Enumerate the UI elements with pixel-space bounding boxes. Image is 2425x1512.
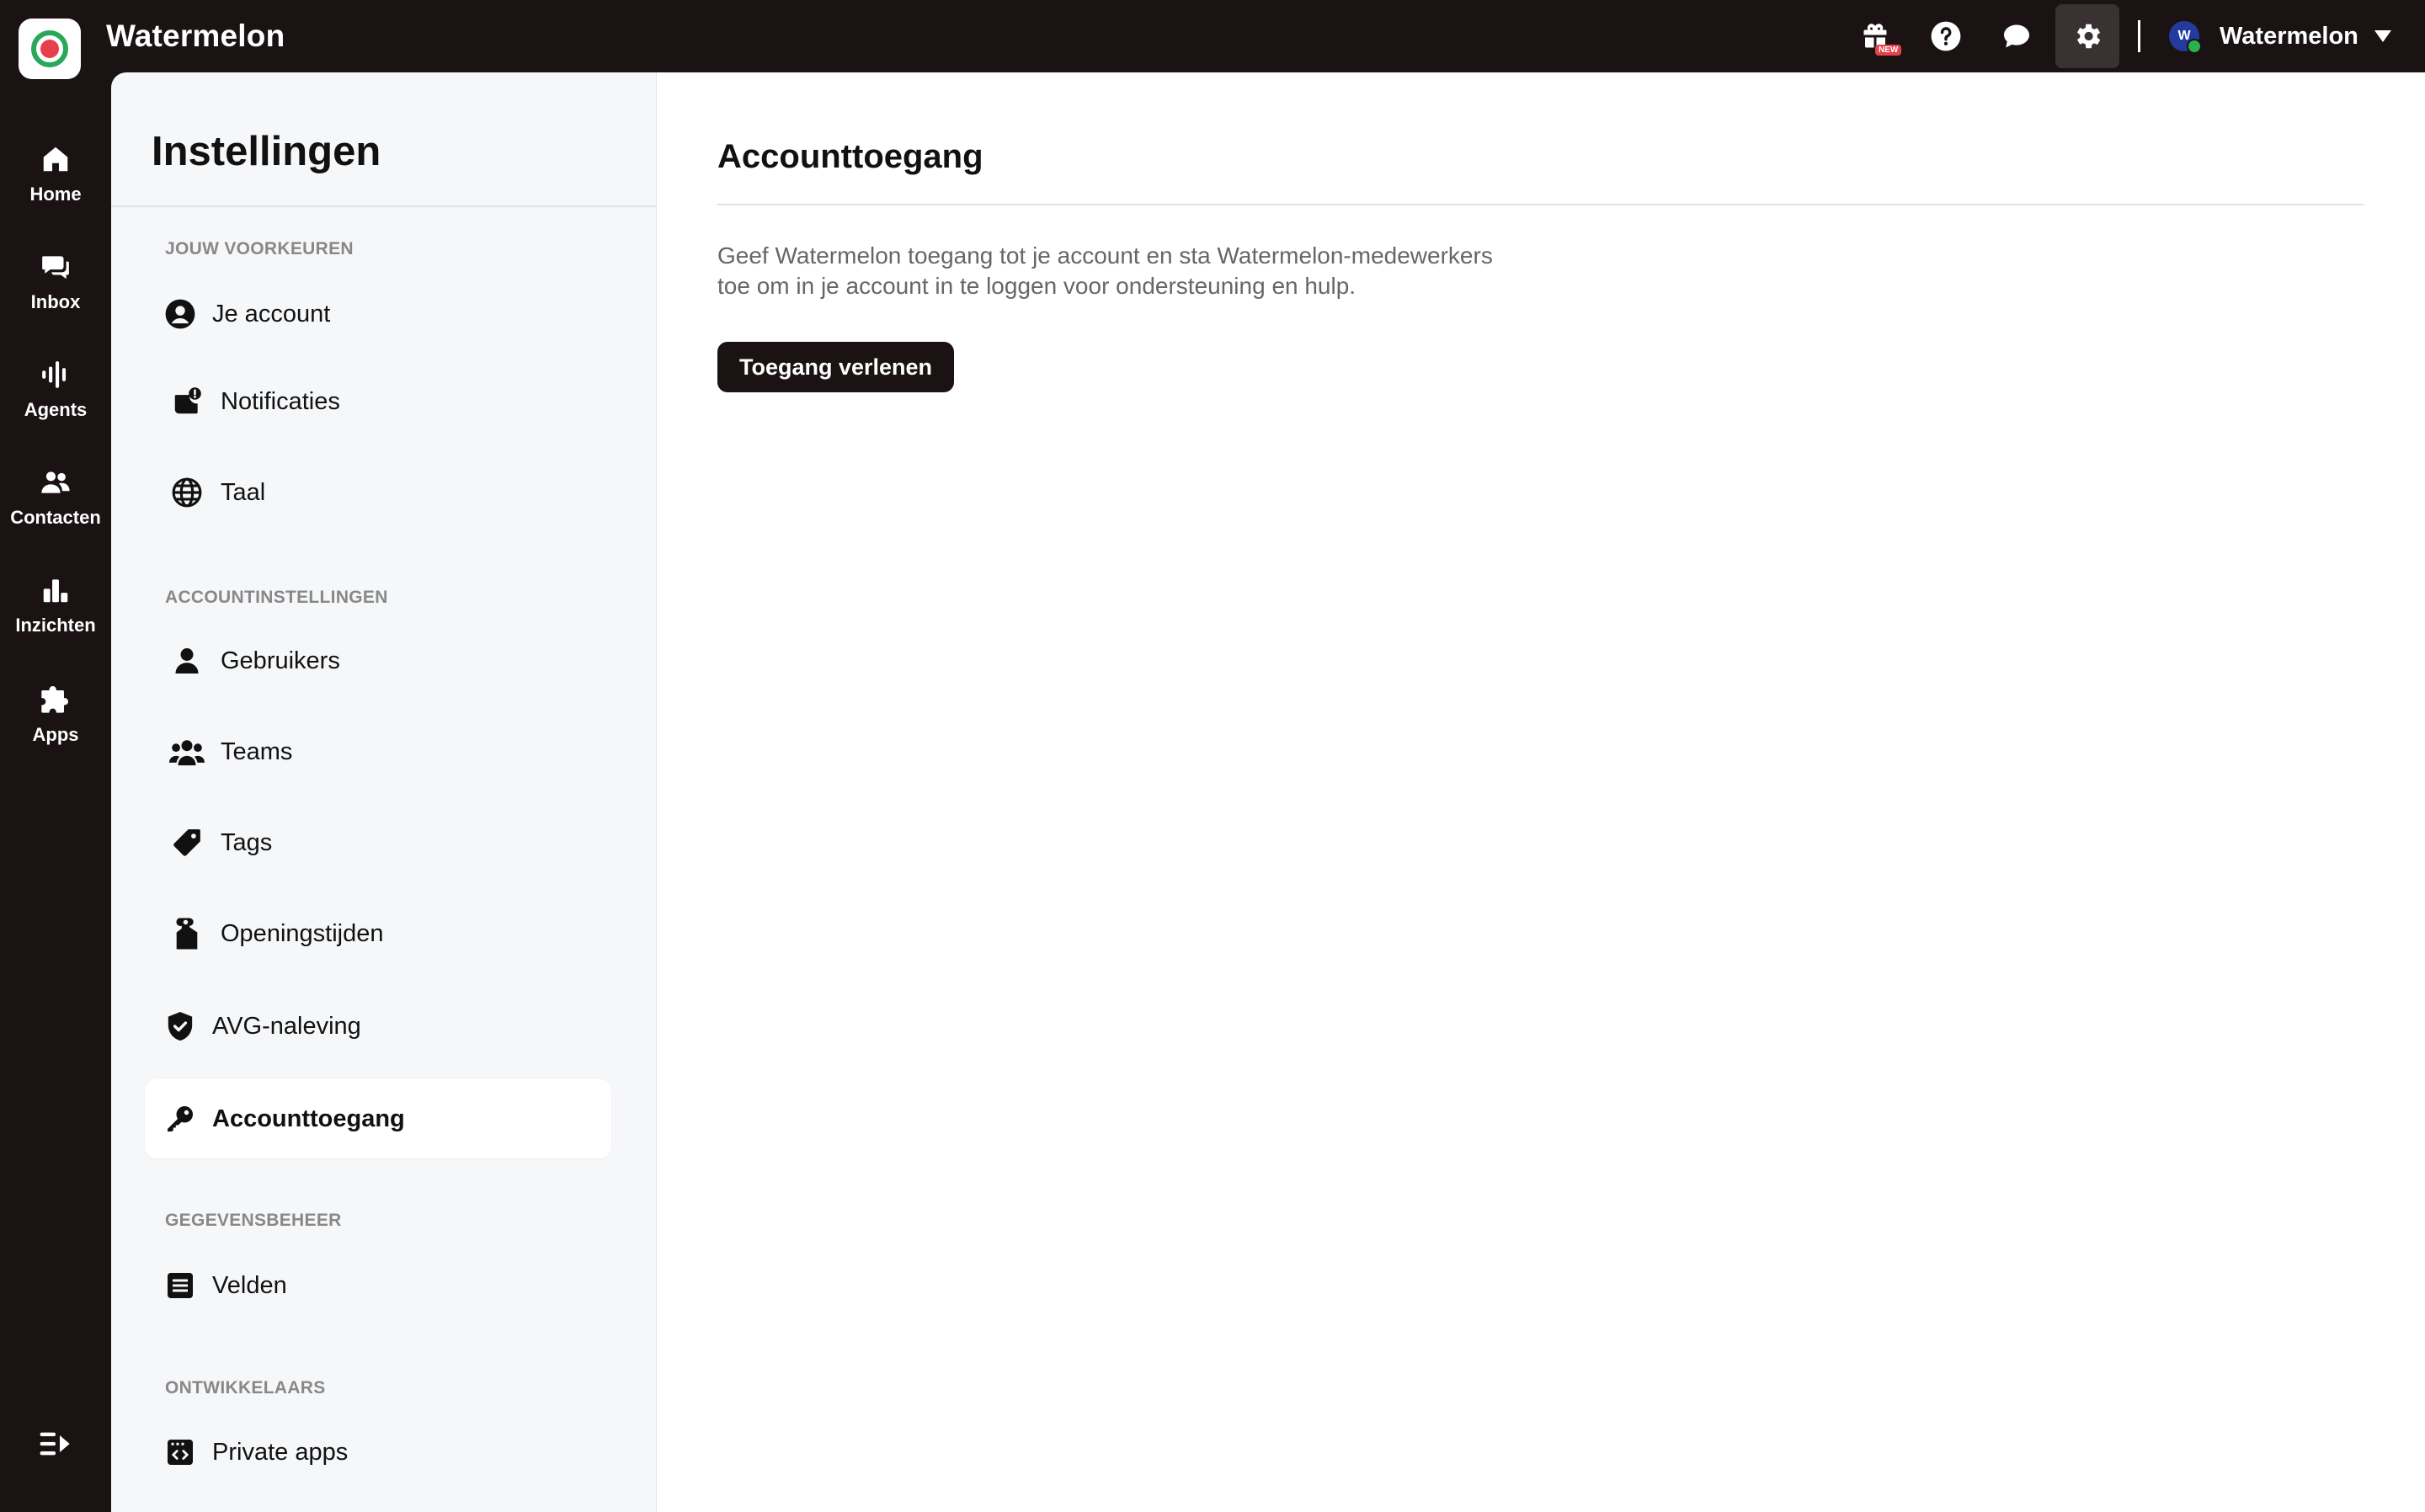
code-window-icon xyxy=(168,1440,193,1465)
watermelon-logo-mark xyxy=(31,30,68,67)
rail-item-apps[interactable]: Apps xyxy=(0,682,111,746)
rail-item-agents[interactable]: Agents xyxy=(0,359,111,421)
chat-button[interactable] xyxy=(1985,4,2049,68)
waveform-icon xyxy=(42,361,67,388)
tag-icon xyxy=(173,829,200,856)
rail-item-inbox[interactable]: Inbox xyxy=(0,251,111,313)
rail-label: Inbox xyxy=(30,291,81,312)
settings-title: Instellingen xyxy=(152,129,381,174)
nav-item-avg-naleving[interactable]: AVG-naleving xyxy=(145,987,611,1066)
nav-item-taal[interactable]: Taal xyxy=(145,453,611,532)
rail-item-inzichten[interactable]: Inzichten xyxy=(0,574,111,636)
title-divider xyxy=(717,204,2364,205)
chat-icon xyxy=(2004,24,2029,48)
help-icon xyxy=(1931,21,1961,51)
user-icon xyxy=(175,648,199,673)
team-icon xyxy=(169,740,205,766)
shield-check-icon xyxy=(168,1012,193,1041)
nav-label: Je account xyxy=(212,300,331,327)
nav-label: Gebruikers xyxy=(221,647,340,674)
nav-item-private-apps[interactable]: Private apps xyxy=(145,1413,611,1492)
account-name: Watermelon S xyxy=(2220,22,2363,50)
help-button[interactable] xyxy=(1914,4,1978,68)
nav-label: Velden xyxy=(212,1271,287,1299)
nav-item-velden[interactable]: Velden xyxy=(145,1246,611,1325)
rail-label: Contacten xyxy=(10,507,101,528)
nav-item-accounttoegang[interactable]: Accounttoegang xyxy=(145,1079,611,1158)
section-label-preferences: JOUW VOORKEUREN xyxy=(165,239,354,258)
chat-bubbles-icon xyxy=(42,256,69,280)
top-icons: NEW W Watermelon S xyxy=(1836,0,2425,72)
page-title: Accounttoegang xyxy=(717,138,983,175)
nav-label: AVG-naleving xyxy=(212,1012,361,1040)
left-rail: Home Inbox Agents Contacten Inzichten Ap… xyxy=(0,72,111,1512)
nav-label: Private apps xyxy=(212,1438,349,1466)
collapse-menu-icon xyxy=(40,1432,70,1456)
nav-item-notificaties[interactable]: Notificaties xyxy=(145,362,611,441)
notification-icon xyxy=(174,387,201,414)
nav-label: Teams xyxy=(221,737,293,765)
settings-sidebar: Instellingen JOUW VOORKEUREN Je account … xyxy=(111,72,657,1512)
collapse-sidebar-button[interactable] xyxy=(39,1429,72,1462)
settings-button[interactable] xyxy=(2055,4,2119,68)
nav-item-je-account[interactable]: Je account xyxy=(145,274,611,354)
grant-access-button[interactable]: Toegang verlenen xyxy=(717,342,955,392)
watermelon-logo[interactable] xyxy=(19,19,81,79)
rail-label: Home xyxy=(29,184,82,205)
account-menu[interactable]: W Watermelon S xyxy=(2169,21,2391,54)
rail-label: Apps xyxy=(32,724,79,745)
nav-label: Openingstijden xyxy=(221,919,384,947)
main-content: Accounttoegang Geef Watermelon toegang t… xyxy=(657,72,2425,1512)
nav-item-tags[interactable]: Tags xyxy=(145,803,611,882)
puzzle-icon xyxy=(41,686,68,713)
page-description: Geef Watermelon toegang tot je account e… xyxy=(717,241,1559,301)
key-icon xyxy=(168,1106,193,1131)
section-label-account: ACCOUNTINSTELLINGEN xyxy=(165,588,388,607)
nav-label: Notificaties xyxy=(221,387,340,415)
fields-icon xyxy=(168,1273,193,1298)
top-bar: Watermelon NEW W Watermelon xyxy=(0,0,2425,79)
gift-button[interactable]: NEW xyxy=(1843,4,1907,68)
section-label-developers: ONTWIKKELAARS xyxy=(165,1378,326,1398)
nav-label: Accounttoegang xyxy=(212,1105,405,1132)
bar-chart-icon xyxy=(43,579,68,603)
nav-item-teams[interactable]: Teams xyxy=(145,712,611,791)
description-line-2: toe om in je account in te loggen voor o… xyxy=(717,273,1356,299)
chevron-down-icon xyxy=(2374,30,2391,42)
nav-item-gebruikers[interactable]: Gebruikers xyxy=(145,621,611,700)
gear-icon xyxy=(2076,24,2101,49)
rail-item-contacten[interactable]: Contacten xyxy=(0,466,111,529)
users-icon xyxy=(41,471,70,493)
description-line-1: Geef Watermelon toegang tot je account e… xyxy=(717,242,1493,269)
settings-divider xyxy=(111,205,656,207)
door-hanger-icon xyxy=(176,918,198,950)
rail-item-home[interactable]: Home xyxy=(0,143,111,205)
nav-label: Taal xyxy=(221,478,266,506)
rail-label: Agents xyxy=(24,399,88,420)
section-label-data: GEGEVENSBEHEER xyxy=(165,1211,342,1230)
nav-item-openingstijden[interactable]: Openingstijden xyxy=(145,894,611,973)
home-icon xyxy=(43,146,68,172)
brand-name: Watermelon xyxy=(106,19,285,53)
topbar-divider xyxy=(2138,20,2140,52)
user-circle-icon xyxy=(165,299,195,329)
globe-icon xyxy=(172,477,202,508)
account-avatar: W xyxy=(2169,21,2202,54)
new-badge: NEW xyxy=(1875,45,1902,56)
nav-label: Tags xyxy=(221,828,273,856)
rail-label: Inzichten xyxy=(15,615,96,636)
